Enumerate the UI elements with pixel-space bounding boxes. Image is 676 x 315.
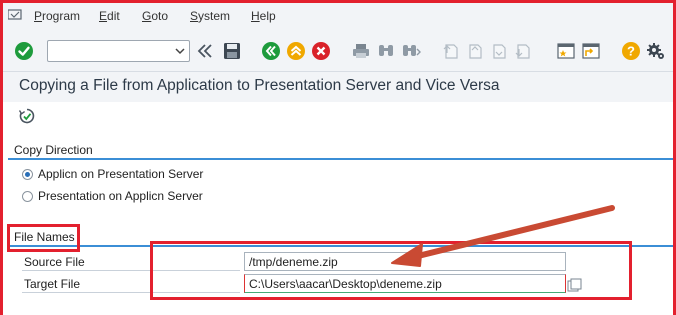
exit-button[interactable] xyxy=(286,41,306,61)
find-next-button[interactable] xyxy=(401,41,421,61)
radio-button[interactable] xyxy=(22,190,33,202)
copy-direction-title: Copy Direction xyxy=(14,143,93,157)
exit-icon xyxy=(287,42,305,60)
new-session-icon xyxy=(557,43,575,59)
help-button[interactable]: ? xyxy=(621,41,641,61)
shortcut-icon xyxy=(582,43,600,59)
page-title: Copying a File from Application to Prese… xyxy=(19,77,500,94)
find-next-icon xyxy=(403,45,421,56)
file-names-header: File Names xyxy=(8,229,674,247)
source-file-input[interactable] xyxy=(244,252,566,271)
help-icon: ? xyxy=(622,42,640,60)
find-button[interactable] xyxy=(376,41,396,61)
menu-goto-rest: oto xyxy=(151,9,169,23)
back-button[interactable] xyxy=(261,41,281,61)
menu-edit-rest: dit xyxy=(107,9,120,23)
radio-presentation-on-applicn[interactable]: Presentation on Applicn Server xyxy=(22,188,203,204)
menu-bar: Program Edit Goto System Help xyxy=(0,0,676,32)
print-button[interactable] xyxy=(351,41,371,61)
settings-icon xyxy=(647,43,664,59)
enter-button[interactable] xyxy=(14,41,34,61)
previous-page-button[interactable] xyxy=(465,41,485,61)
collapse-icon xyxy=(197,44,212,58)
next-page-icon xyxy=(493,44,506,59)
radio-button-selected[interactable] xyxy=(22,168,33,180)
menu-edit[interactable]: Edit xyxy=(99,9,120,23)
dropdown-icon[interactable] xyxy=(174,45,186,57)
menu-system[interactable]: System xyxy=(190,9,230,23)
print-icon xyxy=(353,44,369,58)
value-help-icon[interactable] xyxy=(567,278,583,292)
save-icon xyxy=(224,43,240,59)
enter-icon xyxy=(15,42,33,60)
target-file-label: Target File xyxy=(22,275,240,293)
menu-help[interactable]: Help xyxy=(251,9,276,23)
app-menu-icon[interactable] xyxy=(8,9,22,21)
previous-page-icon xyxy=(469,44,482,59)
file-names-title: File Names xyxy=(14,230,75,244)
cancel-button[interactable] xyxy=(311,41,331,61)
first-page-icon xyxy=(443,44,458,59)
cancel-icon xyxy=(312,42,330,60)
save-button[interactable] xyxy=(222,41,242,61)
command-input[interactable] xyxy=(48,41,166,61)
command-field[interactable] xyxy=(47,40,190,62)
source-file-label: Source File xyxy=(22,253,240,271)
find-icon xyxy=(379,45,393,56)
menu-help-rest: elp xyxy=(259,9,276,23)
collapse-button[interactable] xyxy=(195,41,215,61)
last-page-button[interactable] xyxy=(513,41,533,61)
svg-text:?: ? xyxy=(627,44,635,59)
menu-system-rest: ystem xyxy=(198,9,231,23)
radio-label: Presentation on Applicn Server xyxy=(38,189,203,203)
back-icon xyxy=(262,42,280,60)
new-session-button[interactable] xyxy=(556,41,576,61)
menu-program[interactable]: Program xyxy=(34,9,80,23)
target-file-input[interactable] xyxy=(244,274,566,293)
menu-goto[interactable]: Goto xyxy=(142,9,168,23)
menu-program-rest: rogram xyxy=(42,9,81,23)
next-page-button[interactable] xyxy=(489,41,509,61)
execute-icon[interactable] xyxy=(18,107,36,125)
copy-direction-header: Copy Direction xyxy=(8,142,674,160)
radio-applicn-on-presentation[interactable]: Applicn on Presentation Server xyxy=(22,166,203,182)
shortcut-button[interactable] xyxy=(581,41,601,61)
radio-label: Applicn on Presentation Server xyxy=(38,167,204,181)
settings-button[interactable] xyxy=(646,41,666,61)
last-page-icon xyxy=(515,44,530,59)
first-page-button[interactable] xyxy=(441,41,461,61)
application-toolbar xyxy=(0,102,676,130)
